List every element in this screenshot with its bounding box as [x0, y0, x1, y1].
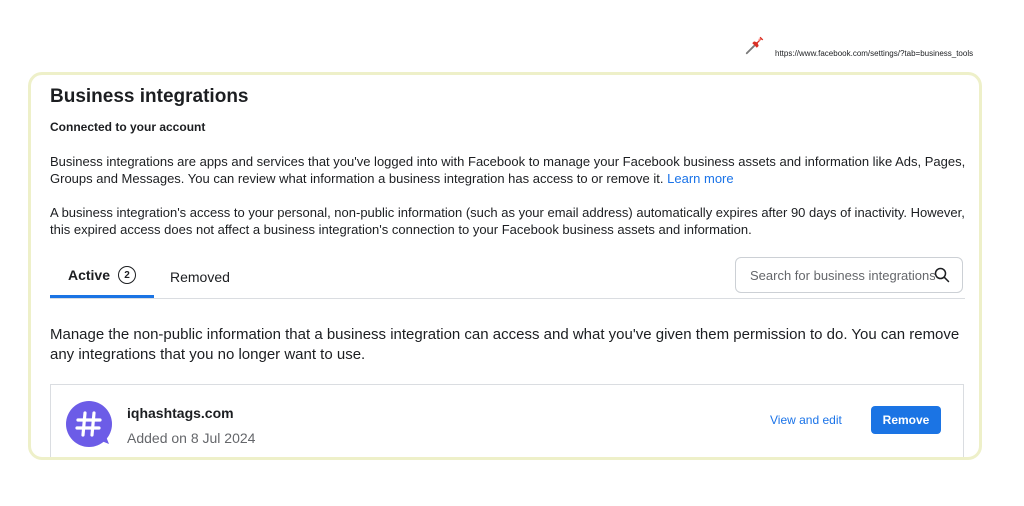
tab-active[interactable]: Active 2	[50, 255, 154, 298]
learn-more-link[interactable]: Learn more	[667, 171, 733, 186]
view-and-edit-link[interactable]: View and edit	[770, 413, 842, 427]
hashtag-icon	[66, 401, 112, 447]
expiry-paragraph: A business integration's access to your …	[50, 205, 965, 237]
intro-paragraph: Business integrations are apps and servi…	[50, 153, 975, 187]
integration-name: iqhashtags.com	[127, 405, 234, 421]
tab-removed[interactable]: Removed	[170, 255, 230, 298]
page-title: Business integrations	[50, 86, 249, 107]
integration-row: iqhashtags.com Added on 8 Jul 2024 View …	[50, 384, 964, 460]
browser-url: https://www.facebook.com/settings/?tab=b…	[775, 49, 974, 58]
intro-text: Business integrations are apps and servi…	[50, 154, 966, 186]
integrations-description: Manage the non-public information that a…	[50, 326, 960, 363]
remove-button[interactable]: Remove	[871, 406, 941, 434]
active-count-badge: 2	[118, 266, 137, 284]
search-box	[735, 257, 963, 293]
search-input[interactable]	[748, 266, 937, 284]
search-icon[interactable]	[934, 267, 950, 283]
business-integrations-panel: Business integrations Connected to your …	[28, 72, 982, 460]
page-subtitle: Connected to your account	[50, 120, 206, 134]
row-divider	[51, 459, 963, 460]
tab-removed-label: Removed	[170, 268, 230, 285]
integration-added-date: Added on 8 Jul 2024	[127, 430, 256, 446]
pushpin-icon	[745, 36, 764, 55]
tab-active-label: Active	[67, 267, 111, 283]
